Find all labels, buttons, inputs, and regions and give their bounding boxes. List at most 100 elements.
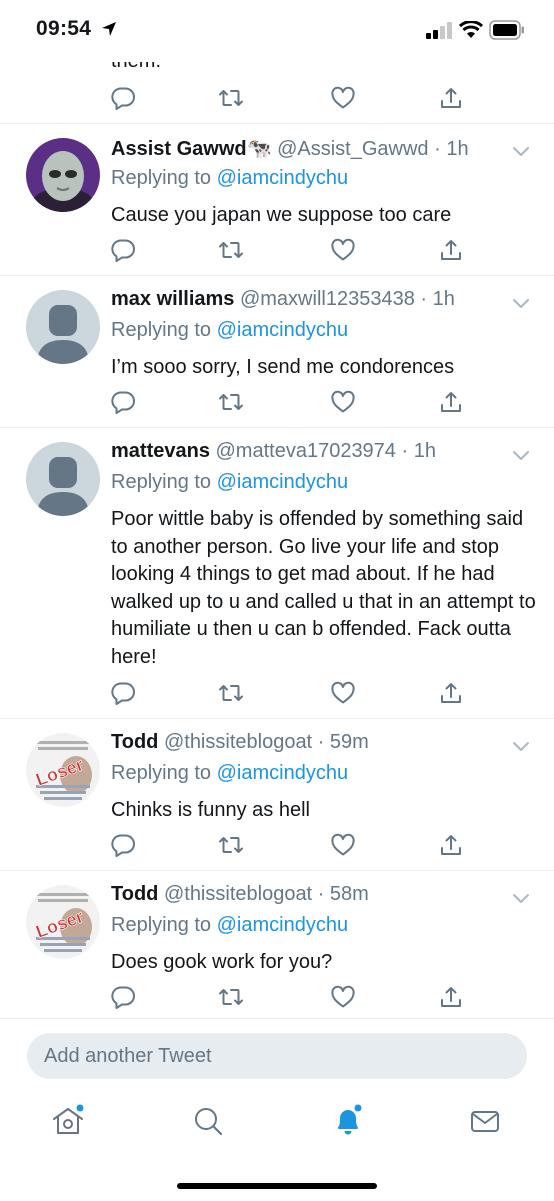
tweet-text: Poor wittle baby is offended by somethin… (111, 508, 536, 668)
tweet[interactable]: Loser Todd @thissiteblogoat · 59m Replyi… (0, 719, 554, 871)
tweet-header: max williams @maxwill12353438 · 1h (111, 288, 455, 311)
retweet-icon[interactable] (218, 985, 244, 1009)
home-icon[interactable] (48, 1101, 88, 1141)
like-icon[interactable] (330, 238, 356, 262)
replying-to: Replying to @iamcindychu (111, 914, 348, 937)
tweet-header: Todd @thissiteblogoat · 59m (111, 731, 369, 754)
replying-label: Replying to (111, 762, 212, 784)
chevron-down-icon[interactable] (512, 448, 530, 466)
share-icon[interactable] (438, 833, 464, 857)
username[interactable]: @maxwill12353438 (240, 288, 415, 310)
home-indicator[interactable] (177, 1183, 377, 1189)
username[interactable]: @Assist_Gawwd (277, 138, 428, 160)
display-name[interactable]: Assist Gawwd (111, 138, 247, 160)
tweet-partial: them. (0, 62, 554, 124)
like-icon[interactable] (330, 86, 356, 110)
separator-dot: · (317, 883, 325, 905)
add-another-tweet-input[interactable]: Add another Tweet (27, 1033, 527, 1079)
tweet-text: Chinks is funny as hell (111, 799, 310, 821)
reply-icon[interactable] (110, 985, 136, 1009)
reply-icon[interactable] (110, 86, 136, 110)
chevron-down-icon[interactable] (512, 739, 530, 757)
like-icon[interactable] (330, 985, 356, 1009)
display-name[interactable]: mattevans (111, 440, 210, 462)
separator-dot: · (434, 138, 441, 160)
tweet-text: Cause you japan we suppose too care (111, 204, 452, 226)
timestamp: 59m (329, 731, 369, 753)
tweet-actions (110, 390, 470, 414)
separator-dot: · (317, 731, 325, 753)
like-icon[interactable] (330, 390, 356, 414)
replying-to: Replying to @iamcindychu (111, 471, 348, 494)
status-bar: 09:54 (0, 0, 554, 62)
tweet-text: them. (111, 62, 161, 73)
chevron-down-icon[interactable] (512, 144, 530, 162)
username[interactable]: @thissiteblogoat (164, 731, 312, 753)
username[interactable]: @matteva17023974 (216, 440, 396, 462)
separator-dot: · (401, 440, 409, 462)
reply-icon[interactable] (110, 238, 136, 262)
tweet[interactable]: Loser Todd @thissiteblogoat · 58m Replyi… (0, 871, 554, 1018)
retweet-icon[interactable] (218, 681, 244, 705)
messages-icon[interactable] (465, 1101, 505, 1141)
display-name[interactable]: Todd (111, 883, 158, 905)
replying-label: Replying to (111, 914, 212, 936)
timestamp: 1h (446, 138, 469, 160)
tweet-header: mattevans @matteva17023974 · 1h (111, 440, 436, 463)
display-name[interactable]: max williams (111, 288, 234, 310)
tweet[interactable]: max williams @maxwill12353438 · 1h Reply… (0, 276, 554, 428)
tweet-header: Assist Gawwd🐄 @Assist_Gawwd · 1h (111, 136, 469, 161)
avatar[interactable] (26, 138, 100, 212)
tweet-actions (110, 238, 470, 262)
separator-dot: · (420, 288, 428, 310)
replying-to: Replying to @iamcindychu (111, 762, 348, 785)
tweet-actions (110, 86, 470, 110)
timestamp: 58m (329, 883, 369, 905)
tweet-header: Todd @thissiteblogoat · 58m (111, 883, 369, 906)
replying-label: Replying to (111, 471, 212, 493)
share-icon[interactable] (438, 681, 464, 705)
tweet[interactable]: mattevans @matteva17023974 · 1h Replying… (0, 428, 554, 719)
avatar[interactable]: Loser (26, 885, 100, 959)
replying-label: Replying to (111, 319, 212, 341)
name-emoji: 🐄 (246, 138, 272, 160)
like-icon[interactable] (330, 681, 356, 705)
retweet-icon[interactable] (218, 238, 244, 262)
username[interactable]: @thissiteblogoat (164, 883, 312, 905)
bottom-bar: Add another Tweet (0, 1018, 554, 1201)
retweet-icon[interactable] (218, 86, 244, 110)
location-arrow-icon (101, 21, 117, 42)
share-icon[interactable] (438, 238, 464, 262)
wifi-icon (458, 20, 484, 44)
notifications-icon[interactable] (328, 1101, 368, 1141)
mention-link[interactable]: @iamcindychu (217, 914, 348, 936)
avatar[interactable] (26, 290, 100, 364)
chevron-down-icon[interactable] (512, 891, 530, 909)
mention-link[interactable]: @iamcindychu (217, 319, 348, 341)
retweet-icon[interactable] (218, 833, 244, 857)
tweet-actions (110, 681, 470, 705)
share-icon[interactable] (438, 985, 464, 1009)
search-icon[interactable] (188, 1101, 228, 1141)
reply-icon[interactable] (110, 681, 136, 705)
replying-label: Replying to (111, 167, 212, 189)
share-icon[interactable] (438, 86, 464, 110)
mention-link[interactable]: @iamcindychu (217, 762, 348, 784)
mention-link[interactable]: @iamcindychu (217, 167, 348, 189)
display-name[interactable]: Todd (111, 731, 158, 753)
like-icon[interactable] (330, 833, 356, 857)
reply-icon[interactable] (110, 390, 136, 414)
compose-placeholder: Add another Tweet (44, 1045, 212, 1067)
avatar[interactable]: Loser (26, 733, 100, 807)
cellular-signal-icon (426, 22, 453, 44)
reply-feed[interactable]: them. Assist Gawwd🐄 @Assist_Gawwd · 1h (0, 62, 554, 1018)
retweet-icon[interactable] (218, 390, 244, 414)
share-icon[interactable] (438, 390, 464, 414)
status-time: 09:54 (36, 17, 92, 40)
chevron-down-icon[interactable] (512, 296, 530, 314)
avatar[interactable] (26, 442, 100, 516)
reply-icon[interactable] (110, 833, 136, 857)
tweet-actions (110, 833, 470, 857)
tweet[interactable]: Assist Gawwd🐄 @Assist_Gawwd · 1h Replyin… (0, 124, 554, 276)
mention-link[interactable]: @iamcindychu (217, 471, 348, 493)
